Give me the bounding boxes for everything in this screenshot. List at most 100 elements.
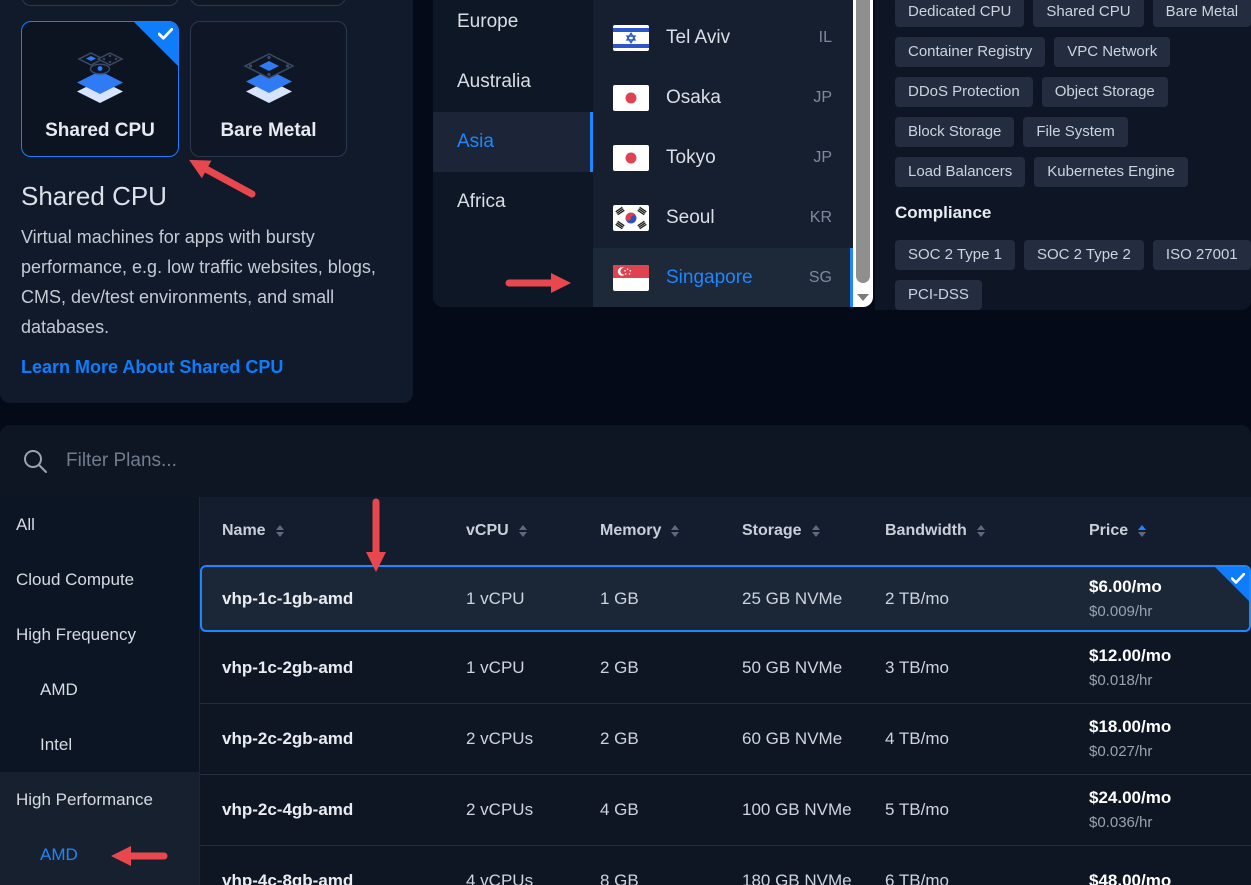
search-icon	[22, 448, 48, 474]
cell-bandwidth: 2 TB/mo	[885, 589, 1089, 609]
plan-row-vhp-4c-8gb-amd[interactable]: vhp-4c-8gb-amd4 vCPUs8 GB180 GB NVMe6 TB…	[200, 845, 1251, 885]
city-name: Osaka	[666, 87, 796, 109]
bare-metal-icon	[241, 48, 297, 104]
deploy-server-page: Shared CPU Bare Metal Shared CPU Virtual…	[0, 0, 1251, 885]
sort-icon[interactable]	[519, 525, 527, 537]
price-per-month: $12.00/mo	[1089, 643, 1251, 669]
shared-cpu-icon	[72, 48, 128, 104]
sidebar-item-intel[interactable]: Intel	[40, 733, 72, 757]
price-per-hour: $0.018/hr	[1089, 669, 1251, 693]
cell-price: $24.00/mo$0.036/hr	[1089, 785, 1251, 835]
feature-badge-bare-metal: Bare Metal	[1153, 0, 1251, 27]
il-flag-icon	[613, 25, 649, 51]
checkmark-icon	[158, 28, 173, 40]
kr-flag-icon	[613, 205, 649, 231]
city-item-osaka[interactable]: Osaka JP	[593, 68, 853, 128]
sg-flag-icon	[613, 265, 649, 291]
plan-row-vhp-2c-4gb-amd[interactable]: vhp-2c-4gb-amd2 vCPUs4 GB100 GB NVMe5 TB…	[200, 774, 1251, 845]
feature-badge-kubernetes-engine: Kubernetes Engine	[1034, 157, 1188, 187]
card-label: Bare Metal	[191, 120, 346, 142]
sort-icon[interactable]	[276, 525, 284, 537]
sort-icon[interactable]	[1138, 525, 1146, 537]
sidebar-item-high-performance[interactable]: High Performance	[16, 788, 153, 812]
compliance-heading: Compliance	[895, 203, 991, 223]
country-code: KR	[810, 209, 832, 227]
compliance-badge-pci-dss: PCI-DSS	[895, 280, 982, 310]
cell-vcpu: 1 vCPU	[466, 658, 600, 678]
cell-vcpu: 2 vCPUs	[466, 800, 600, 820]
checkmark-icon	[1231, 571, 1245, 582]
plans-table-header: NamevCPUMemory Storage Bandwidth Price	[200, 497, 1251, 565]
scrollbar-down-button[interactable]	[857, 294, 869, 301]
badge-row: DDoS ProtectionObject Storage	[895, 77, 1251, 107]
sidebar-item-amd-selected[interactable]: AMD	[40, 843, 78, 867]
cell-bandwidth: 4 TB/mo	[885, 729, 1089, 749]
server-type-description: Virtual machines for apps with bursty pe…	[21, 222, 399, 342]
price-per-hour: $0.009/hr	[1089, 600, 1249, 624]
column-header-storage[interactable]: Storage	[742, 522, 885, 540]
plan-row-vhp-2c-2gb-amd[interactable]: vhp-2c-2gb-amd2 vCPUs2 GB60 GB NVMe4 TB/…	[200, 703, 1251, 774]
column-header-name[interactable]: Name	[222, 522, 466, 540]
city-name: Tel Aviv	[666, 27, 802, 49]
column-header-bandwidth[interactable]: Bandwidth	[885, 522, 1089, 540]
jp-flag-icon	[613, 85, 649, 111]
badge-row: Dedicated CPUShared CPUBare Metal	[895, 0, 1251, 27]
price-per-month: $24.00/mo	[1089, 785, 1251, 811]
features-panel: Dedicated CPUShared CPUBare MetalContain…	[875, 0, 1251, 310]
scrollbar-thumb[interactable]	[856, 0, 870, 283]
city-item-tokyo[interactable]: TokyoJP	[593, 128, 853, 188]
cell-bandwidth: 6 TB/mo	[885, 871, 1089, 885]
partial-card	[21, 0, 179, 6]
country-code: JP	[813, 89, 832, 107]
cell-name: vhp-2c-2gb-amd	[222, 729, 466, 749]
plans-panel: All Cloud Compute High Frequency AMD Intel Hi…	[0, 425, 1251, 885]
cell-bandwidth: 3 TB/mo	[885, 658, 1089, 678]
feature-badge-file-system: File System	[1023, 117, 1127, 147]
jp-flag-icon	[613, 145, 649, 171]
column-label: Storage	[742, 522, 802, 540]
city-scrollbar[interactable]	[853, 0, 873, 307]
sidebar-item-all[interactable]: All	[16, 513, 35, 537]
cell-vcpu: 1 vCPU	[466, 589, 600, 609]
continent-list: Europe Australia AsiaAfrica	[433, 0, 593, 307]
cell-storage: 180 GB NVMe	[742, 871, 885, 885]
continent-label: Australia	[457, 71, 531, 93]
sort-icon[interactable]	[671, 525, 679, 537]
learn-more-link[interactable]: Learn More About Shared CPU	[21, 357, 283, 378]
city-item-tel-aviv[interactable]: Tel Aviv IL	[593, 8, 853, 68]
continent-item-europe[interactable]: Europe	[433, 0, 593, 52]
city-item-seoul[interactable]: SeoulKR	[593, 188, 853, 248]
continent-item-africa[interactable]: Africa	[433, 172, 593, 232]
sidebar-item-high-frequency[interactable]: High Frequency	[16, 623, 136, 647]
filter-plans-input[interactable]	[64, 443, 404, 479]
column-label: Bandwidth	[885, 522, 967, 540]
shared-cpu-card[interactable]: Shared CPU	[21, 21, 179, 157]
column-header-price[interactable]: Price	[1089, 522, 1251, 540]
column-label: Memory	[600, 522, 661, 540]
sort-icon[interactable]	[977, 525, 985, 537]
city-name: Singapore	[666, 267, 792, 289]
filter-plans-bar	[0, 425, 1251, 497]
column-header-vcpu[interactable]: vCPU	[466, 522, 600, 540]
plan-row-vhp-1c-2gb-amd[interactable]: vhp-1c-2gb-amd1 vCPU2 GB50 GB NVMe3 TB/m…	[200, 632, 1251, 703]
city-item-singapore[interactable]: SingaporeSG	[593, 248, 853, 307]
compliance-badge-list: SOC 2 Type 1SOC 2 Type 2ISO 27001 PCI-DSS	[895, 240, 1251, 310]
cell-bandwidth: 5 TB/mo	[885, 800, 1089, 820]
cell-name: vhp-4c-8gb-amd	[222, 871, 466, 885]
sidebar-item-amd[interactable]: AMD	[40, 678, 78, 702]
sidebar-item-cloud-compute[interactable]: Cloud Compute	[16, 568, 134, 592]
column-header-memory[interactable]: Memory	[600, 522, 742, 540]
cell-storage: 50 GB NVMe	[742, 658, 885, 678]
badge-row: SOC 2 Type 1SOC 2 Type 2ISO 27001	[895, 240, 1251, 270]
country-code: IL	[819, 29, 832, 47]
plans-table-body: vhp-1c-1gb-amd1 vCPU1 GB25 GB NVMe2 TB/m…	[200, 565, 1251, 885]
continent-item-australia[interactable]: Australia	[433, 52, 593, 112]
plan-row-vhp-1c-1gb-amd[interactable]: vhp-1c-1gb-amd1 vCPU1 GB25 GB NVMe2 TB/m…	[200, 565, 1251, 632]
continent-item-asia[interactable]: Asia	[433, 112, 593, 172]
column-label: Price	[1089, 522, 1128, 540]
cell-price: $12.00/mo$0.018/hr	[1089, 643, 1251, 693]
bare-metal-card[interactable]: Bare Metal	[190, 21, 347, 157]
country-code: JP	[813, 149, 832, 167]
sort-icon[interactable]	[812, 525, 820, 537]
cell-name: vhp-1c-2gb-amd	[222, 658, 466, 678]
